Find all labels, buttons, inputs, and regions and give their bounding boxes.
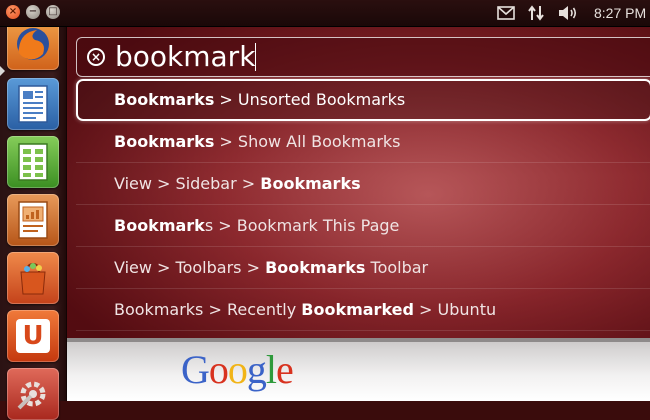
result-text: View > Toolbars > (114, 258, 266, 277)
minimize-window-button[interactable]: − (26, 5, 40, 19)
result-text: > Show All Bookmarks (214, 132, 401, 151)
ubuntu-one-letter: U (22, 321, 44, 351)
launcher-item-software-center[interactable] (7, 252, 59, 304)
result-text: Bookmarks > Recently (114, 300, 302, 319)
result-match-text: Bookmarks (260, 174, 361, 193)
browser-content-area (66, 338, 650, 401)
maximize-window-button[interactable]: □ (46, 5, 60, 19)
google-logo: Google (181, 347, 294, 392)
software-center-icon (7, 252, 59, 304)
search-query: bookmark (115, 40, 256, 73)
top-panel: × − □ 8:27 PM (0, 0, 650, 27)
volume-icon[interactable] (557, 4, 579, 22)
result-match-text: Bookmarked (301, 300, 414, 319)
launcher: U (0, 18, 67, 420)
result-text: > Ubuntu (413, 300, 497, 319)
launcher-item-system-settings[interactable] (7, 368, 59, 420)
google-logo-letter: l (265, 347, 277, 392)
result-match-text: Bookmarks (114, 90, 215, 109)
clock[interactable]: 8:27 PM (594, 4, 646, 22)
result-text: s > Bookmark This Page (204, 216, 400, 235)
launcher-item-ubuntu-one[interactable]: U (7, 310, 59, 362)
launcher-item-calc[interactable] (7, 136, 59, 188)
google-logo-letter: o (227, 347, 248, 392)
launcher-item-impress[interactable] (7, 194, 59, 246)
network-icon[interactable] (527, 4, 545, 22)
hud-result-selected[interactable]: Bookmarks > Unsorted Bookmarks (76, 79, 650, 121)
google-logo-letter: e (276, 347, 294, 392)
close-window-button[interactable]: × (6, 5, 20, 19)
mail-icon[interactable] (497, 4, 515, 22)
ubuntu-one-icon: U (7, 310, 59, 362)
result-match-text: Bookmarks (265, 258, 366, 277)
hud-result[interactable]: View > Toolbars > Bookmarks Toolbar (76, 247, 650, 289)
result-match-text: Bookmarks (114, 132, 215, 151)
result-text: View > Sidebar > (114, 174, 261, 193)
hud-result[interactable]: Bookmarks > Show All Bookmarks (76, 121, 650, 163)
google-logo-letter: g (246, 347, 267, 392)
google-logo-letter: o (208, 347, 229, 392)
libreoffice-writer-icon (7, 78, 59, 130)
active-app-indicator (0, 66, 5, 76)
result-text: > Unsorted Bookmarks (214, 90, 406, 109)
hud-result[interactable]: Bookmarks > Bookmark This Page (76, 205, 650, 247)
launcher-item-writer[interactable] (7, 78, 59, 130)
result-text: Toolbar (365, 258, 429, 277)
text-caret (255, 43, 257, 71)
system-settings-icon (7, 368, 59, 420)
google-logo-letter: G (181, 347, 210, 392)
dash-search-box[interactable]: × bookmark (76, 37, 650, 77)
hud-result[interactable]: View > Sidebar > Bookmarks (76, 163, 650, 205)
clear-search-icon[interactable]: × (87, 48, 105, 66)
result-match-text: Bookmark (114, 216, 205, 235)
search-input[interactable]: bookmark (115, 40, 257, 74)
libreoffice-calc-icon (7, 136, 59, 188)
libreoffice-impress-icon (7, 194, 59, 246)
hud-result[interactable]: Bookmarks > Recently Bookmarked > Ubuntu (76, 289, 650, 331)
